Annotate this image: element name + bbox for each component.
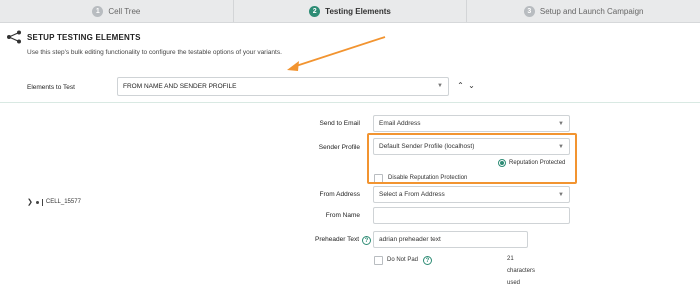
annotation-arrow: [287, 36, 386, 71]
